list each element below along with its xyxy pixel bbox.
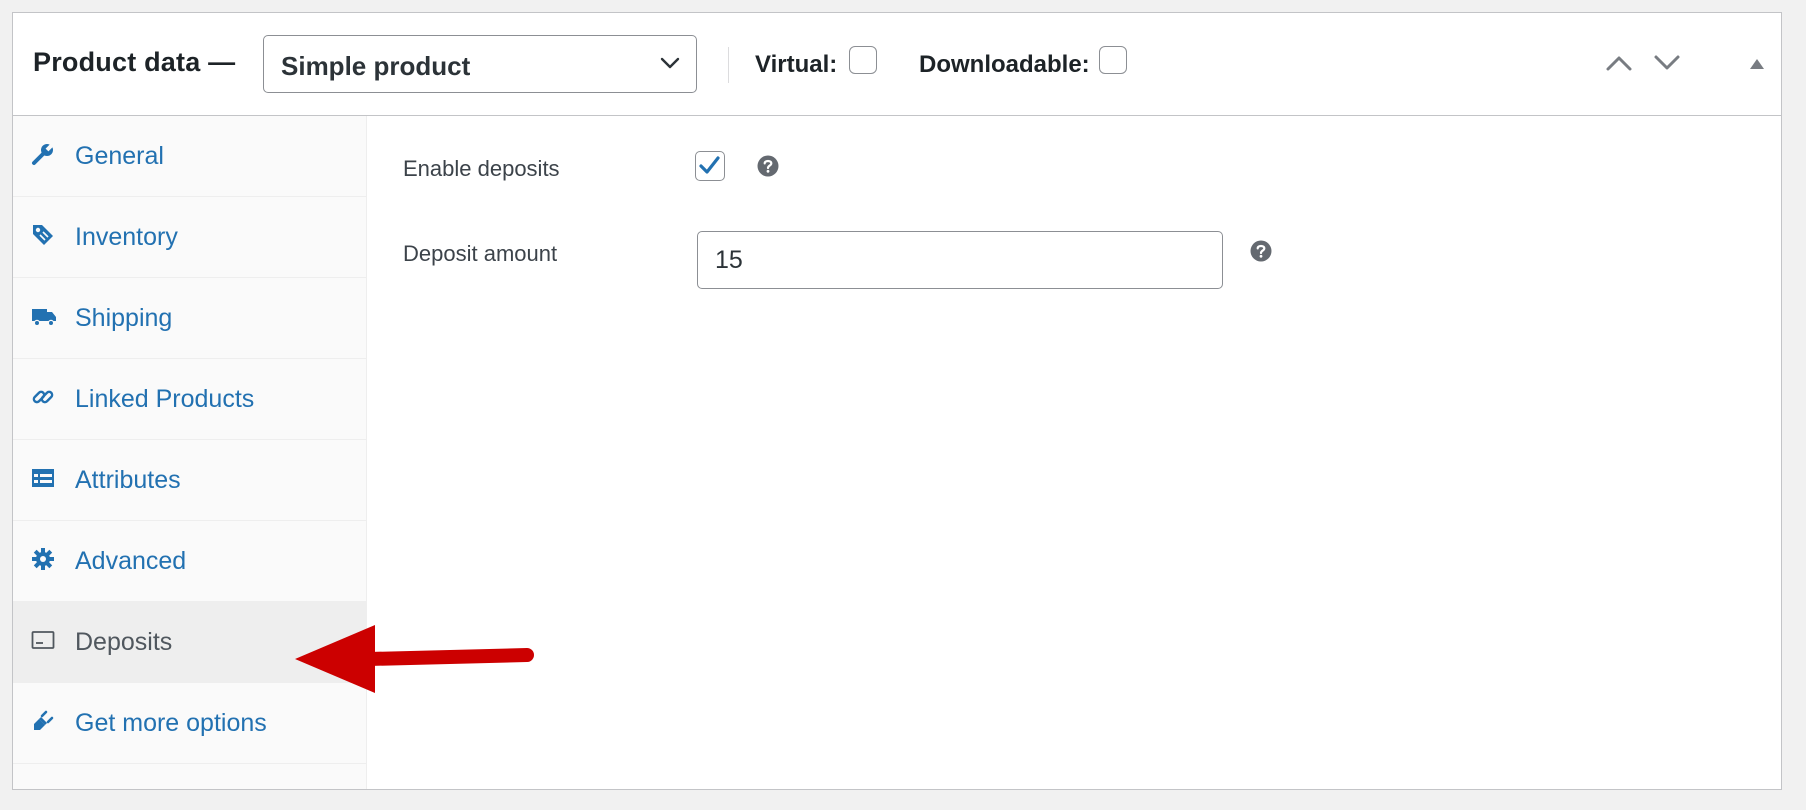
virtual-checkbox[interactable]	[849, 46, 877, 74]
truck-icon	[31, 304, 56, 328]
gear-icon	[31, 547, 55, 571]
tab-label: Advanced	[75, 547, 187, 575]
plugin-icon	[31, 709, 55, 733]
tab-label: Inventory	[75, 223, 178, 251]
tab-label: Deposits	[75, 628, 173, 656]
tab-label: Linked Products	[75, 385, 255, 413]
collapse-triangle-icon[interactable]	[1749, 57, 1765, 75]
enable-deposits-checkbox[interactable]	[695, 151, 725, 181]
product-data-panel: Product data — Simple product Virtual: D…	[12, 12, 1782, 790]
tab-general[interactable]: General	[13, 116, 366, 197]
move-down-icon[interactable]	[1653, 53, 1681, 78]
tab-advanced[interactable]: Advanced	[13, 521, 366, 602]
move-up-icon[interactable]	[1605, 53, 1633, 78]
tab-label: General	[75, 142, 164, 170]
downloadable-label: Downloadable:	[919, 51, 1090, 78]
downloadable-checkbox[interactable]	[1099, 46, 1127, 74]
help-icon[interactable]	[757, 155, 779, 182]
help-icon[interactable]	[1250, 240, 1272, 267]
tab-label: Get more options	[75, 709, 267, 737]
tab-linked-products[interactable]: Linked Products	[13, 359, 366, 440]
tab-attributes[interactable]: Attributes	[13, 440, 366, 521]
product-type-select[interactable]: Simple product	[263, 35, 697, 93]
tab-inventory[interactable]: Inventory	[13, 197, 366, 278]
wrench-icon	[31, 142, 55, 166]
tab-label: Shipping	[75, 304, 173, 332]
virtual-label: Virtual:	[755, 51, 838, 78]
product-type-value: Simple product	[281, 51, 471, 81]
tab-shipping[interactable]: Shipping	[13, 278, 366, 359]
deposit-amount-label: Deposit amount	[403, 241, 558, 266]
checkmark-icon	[699, 156, 720, 174]
link-icon	[31, 385, 55, 409]
deposits-panel: Enable deposits Deposit amount	[367, 116, 1781, 789]
header-divider	[728, 47, 729, 83]
enable-deposits-label: Enable deposits	[403, 156, 560, 181]
tab-label: Attributes	[75, 466, 181, 494]
list-icon	[31, 466, 55, 490]
chevron-down-icon	[660, 56, 680, 75]
panel-title: Product data —	[33, 47, 236, 77]
card-icon	[31, 628, 55, 652]
deposit-amount-input[interactable]	[697, 231, 1223, 289]
annotation-arrow-icon	[295, 623, 535, 700]
panel-header: Product data — Simple product Virtual: D…	[13, 13, 1781, 116]
tag-icon	[31, 223, 55, 247]
